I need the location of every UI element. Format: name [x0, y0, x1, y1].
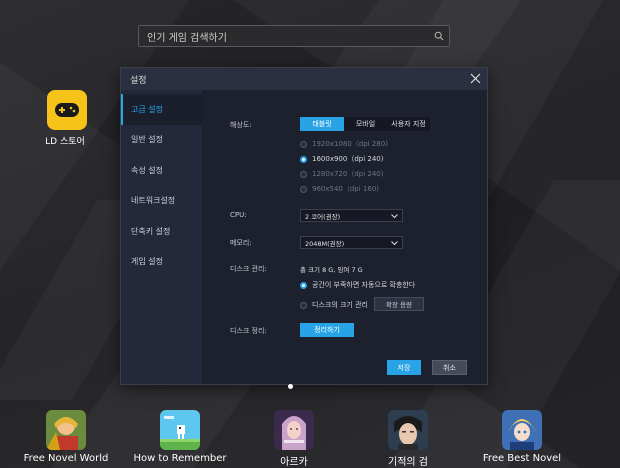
memory-select[interactable]: 2048M(권장) — [300, 236, 403, 249]
search-placeholder: 인기 게임 검색하기 — [147, 32, 227, 44]
sidebar-item-properties[interactable]: 속성 설정 — [121, 155, 202, 186]
resolution-option-label: 1280x720（dpi 240) — [312, 170, 384, 178]
close-icon[interactable] — [470, 73, 481, 84]
sidebar-item-shortcuts[interactable]: 단축키 설정 — [121, 216, 202, 247]
dock-item-how-to-remember[interactable]: How to Remember — [125, 410, 235, 464]
chevron-down-icon — [391, 241, 398, 246]
cancel-button[interactable]: 취소 — [432, 360, 467, 375]
game-search-input[interactable]: 인기 게임 검색하기 — [138, 25, 450, 47]
cpu-label: CPU: — [230, 211, 247, 219]
disk-option-manual-label: 디스크의 크기 관리 — [312, 301, 368, 309]
resolution-option-label: 960x540（dpi 160) — [312, 185, 380, 193]
pixel-runner-game-icon — [160, 410, 200, 450]
disk-label: 디스크 관리: — [230, 265, 267, 273]
dock-item-arca[interactable]: 아르카 — [239, 410, 349, 468]
anime-knight-game-icon — [502, 410, 542, 450]
disk-option-auto[interactable]: 공간이 부족하면 자동으로 확충한다 — [300, 280, 415, 290]
dock-item-label: Free Best Novel — [482, 453, 562, 464]
expand-capacity-button[interactable]: 확장 용량 — [374, 297, 424, 311]
resolution-option-label: 1920x1080（dpi 280) — [312, 140, 388, 148]
resolution-option-1600[interactable]: 1600x900（dpi 240) — [300, 154, 383, 164]
page-indicator[interactable] — [288, 384, 293, 389]
save-button[interactable]: 저장 — [387, 360, 421, 375]
search-icon[interactable] — [434, 31, 444, 41]
sidebar-item-game[interactable]: 게임 설정 — [121, 247, 202, 278]
resolution-tabs: 태블릿 모바일 사용자 지정 — [300, 117, 430, 131]
memory-value: 2048M(권장) — [305, 239, 345, 248]
disk-option-auto-label: 공간이 부족하면 자동으로 확충한다 — [312, 281, 416, 289]
tab-tablet[interactable]: 태블릿 — [300, 117, 344, 131]
resolution-option-label: 1600x900（dpi 240) — [312, 155, 384, 163]
radio-icon — [300, 301, 307, 309]
settings-sidebar: 고급 설정 일반 설정 속성 설정 네트워크설정 단축키 설정 게임 설정 — [121, 90, 202, 384]
memory-label: 메모리: — [230, 239, 252, 247]
sidebar-item-advanced[interactable]: 고급 설정 — [121, 94, 202, 125]
disk-cleanup-label: 디스크 정리: — [230, 327, 267, 335]
resolution-option-960[interactable]: 960x540（dpi 160) — [300, 184, 379, 194]
dock-item-free-best-novel[interactable]: Free Best Novel — [467, 410, 577, 464]
cpu-value: 2 코어(권장) — [305, 212, 341, 221]
dock-item-label: Free Novel World — [23, 453, 109, 464]
disk-info: 총 크기 8 G, 잉여 7 G — [300, 266, 363, 274]
resolution-label: 해상도: — [230, 121, 252, 129]
sidebar-item-general[interactable]: 일반 설정 — [121, 125, 202, 156]
settings-dialog: 설정 고급 설정 일반 설정 속성 설정 네트워크설정 단축키 설정 게임 설정… — [120, 67, 488, 385]
sword-game-icon — [388, 410, 428, 450]
radio-selected-icon — [300, 155, 307, 163]
cleanup-button[interactable]: 정리하기 — [300, 323, 354, 337]
dock-item-label: How to Remember — [133, 453, 227, 464]
ld-store-shortcut[interactable]: LD 스토어 — [44, 90, 90, 147]
fairy-tale-game-icon — [46, 410, 86, 450]
chevron-down-icon — [391, 214, 398, 219]
settings-content: 해상도: 태블릿 모바일 사용자 지정 1920x1080（dpi 280) 1… — [202, 90, 487, 384]
ld-store-label: LD 스토어 — [45, 137, 85, 147]
disk-option-manual[interactable]: 디스크의 크기 관리 — [300, 300, 368, 310]
dialog-title: 설정 — [130, 75, 147, 86]
resolution-option-1280[interactable]: 1280x720（dpi 240) — [300, 169, 383, 179]
tab-custom[interactable]: 사용자 지정 — [387, 117, 430, 131]
dock-item-free-novel-world[interactable]: Free Novel World — [11, 410, 121, 464]
gamepad-icon — [47, 90, 87, 130]
tab-mobile[interactable]: 모바일 — [344, 117, 387, 131]
radio-icon — [300, 185, 307, 193]
cpu-select[interactable]: 2 코어(권장) — [300, 209, 403, 222]
radio-icon — [300, 140, 307, 148]
dock-item-label: 기적의 검 — [388, 457, 428, 468]
dialog-title-bar: 설정 — [121, 68, 487, 90]
dock-item-label: 아르카 — [280, 457, 308, 468]
radio-selected-icon — [300, 281, 307, 289]
sidebar-item-network[interactable]: 네트워크설정 — [121, 186, 202, 217]
arca-game-icon — [274, 410, 314, 450]
dock-item-miracle-sword[interactable]: 기적의 검 — [353, 410, 463, 468]
radio-icon — [300, 170, 307, 178]
resolution-option-1920[interactable]: 1920x1080（dpi 280) — [300, 139, 388, 149]
